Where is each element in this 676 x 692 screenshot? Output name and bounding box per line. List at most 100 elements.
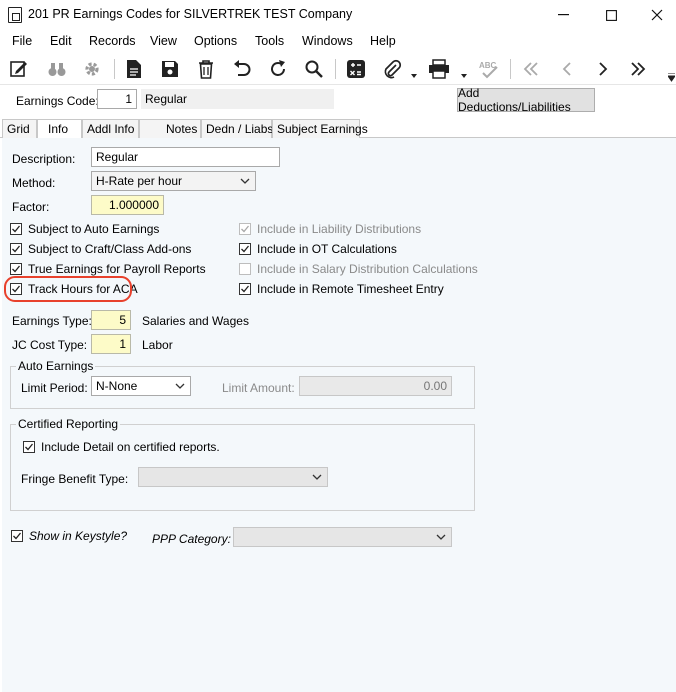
menu-edit[interactable]: Edit: [50, 34, 72, 48]
description-input[interactable]: Regular: [91, 147, 280, 167]
calculator-icon[interactable]: [342, 55, 370, 83]
method-label: Method:: [12, 176, 56, 190]
factor-label: Factor:: [12, 200, 50, 214]
limit-amount-input: 0.00: [299, 376, 452, 396]
spellcheck-icon[interactable]: ABC: [475, 55, 503, 83]
menu-help[interactable]: Help: [370, 34, 396, 48]
edit-icon[interactable]: [5, 55, 33, 83]
add-deductions-liabilities-button[interactable]: Add Deductions/Liabilities: [457, 86, 595, 114]
ppp-category-select[interactable]: [233, 527, 452, 547]
earnings-type-label: Earnings Type:: [12, 314, 92, 328]
add-deductions-liabilities-label: Add Deductions/Liabilities: [458, 86, 571, 114]
menu-file[interactable]: File: [12, 34, 32, 48]
binoculars-icon[interactable]: [43, 55, 71, 83]
minimize-button[interactable]: [540, 0, 586, 30]
toolbar-overflow-icon[interactable]: [667, 71, 676, 85]
salary-distribution-label: Include in Salary Distribution Calculati…: [257, 262, 478, 276]
last-record-icon[interactable]: [624, 55, 652, 83]
earnings-type-input[interactable]: 5: [91, 310, 131, 330]
limit-amount-label: Limit Amount:: [222, 381, 295, 395]
title-bar: 201 PR Earnings Codes for SILVERTREK TES…: [0, 0, 676, 30]
attach-dropdown-icon[interactable]: [411, 67, 417, 81]
factor-input[interactable]: 1.000000: [91, 195, 164, 215]
earnings-code-name: Regular: [141, 89, 334, 109]
include-detail-label: Include Detail on certified reports.: [41, 440, 220, 454]
maximize-button[interactable]: [588, 0, 634, 30]
first-record-icon[interactable]: [517, 55, 545, 83]
method-select[interactable]: H-Rate per hour: [91, 171, 256, 191]
auto-earnings-title: Auto Earnings: [16, 359, 96, 373]
chevron-down-icon: [175, 383, 185, 389]
earnings-type-description: Salaries and Wages: [142, 314, 249, 328]
limit-period-label: Limit Period:: [21, 381, 88, 395]
menu-tools[interactable]: Tools: [255, 34, 284, 48]
gear-icon[interactable]: [78, 55, 106, 83]
highlight-outline: [4, 276, 132, 302]
menu-windows[interactable]: Windows: [302, 34, 353, 48]
ppp-category-label: PPP Category:: [152, 532, 231, 546]
tab-subject-earnings[interactable]: Subject Earnings: [272, 119, 368, 138]
menu-options[interactable]: Options: [194, 34, 237, 48]
next-record-icon[interactable]: [589, 55, 617, 83]
salary-distribution-checkbox: [239, 263, 251, 275]
earnings-code-input[interactable]: 1: [97, 89, 137, 109]
limit-period-value: N-None: [96, 379, 138, 393]
fringe-benefit-type-select[interactable]: [138, 467, 328, 487]
subject-auto-earnings-label: Subject to Auto Earnings: [28, 222, 160, 236]
tab-strip: Grid Info Addl Info Notes Dedn / Liabs S…: [0, 119, 676, 139]
method-value: H-Rate per hour: [96, 174, 183, 188]
earnings-code-name-text: Regular: [145, 92, 188, 106]
earnings-code-bar: Earnings Code: 1 Regular Add Deductions/…: [0, 85, 676, 122]
app-icon: [8, 7, 22, 23]
toolbar: ABC: [0, 52, 676, 85]
limit-period-select[interactable]: N-None: [91, 376, 191, 396]
paperclip-icon[interactable]: [378, 55, 406, 83]
chevron-down-icon: [312, 474, 322, 480]
save-icon[interactable]: [156, 55, 184, 83]
svg-text:ABC: ABC: [479, 61, 497, 70]
liability-distributions-checkbox: [239, 223, 251, 235]
jc-cost-type-label: JC Cost Type:: [12, 338, 88, 352]
subject-craft-class-checkbox[interactable]: [10, 243, 22, 255]
toolbar-separator: [510, 59, 511, 79]
tab-dedn-liabs[interactable]: Dedn / Liabs: [201, 119, 273, 138]
toolbar-separator: [335, 59, 336, 79]
menu-view[interactable]: View: [150, 34, 177, 48]
search-icon[interactable]: [300, 55, 328, 83]
tab-addl-info[interactable]: Addl Info: [82, 119, 139, 138]
document-icon[interactable]: [120, 55, 148, 83]
fringe-benefit-type-label: Fringe Benefit Type:: [21, 472, 129, 486]
tab-info[interactable]: Info: [37, 119, 82, 139]
true-earnings-label: True Earnings for Payroll Reports: [28, 262, 206, 276]
show-in-keystyle-label: Show in Keystyle?: [29, 529, 128, 543]
include-detail-checkbox[interactable]: [23, 441, 35, 453]
chevron-down-icon: [240, 178, 250, 184]
previous-record-icon[interactable]: [553, 55, 581, 83]
description-label: Description:: [12, 152, 76, 166]
earnings-code-label: Earnings Code:: [16, 94, 99, 108]
tab-notes[interactable]: Notes: [139, 119, 201, 138]
ot-calculations-checkbox[interactable]: [239, 243, 251, 255]
ot-calculations-label: Include in OT Calculations: [257, 242, 397, 256]
true-earnings-checkbox[interactable]: [10, 263, 22, 275]
certified-reporting-title: Certified Reporting: [16, 417, 121, 431]
chevron-down-icon: [436, 534, 446, 540]
remote-timesheet-checkbox[interactable]: [239, 283, 251, 295]
subject-auto-earnings-checkbox[interactable]: [10, 223, 22, 235]
info-panel: Description: Regular Method: H-Rate per …: [2, 138, 676, 692]
jc-cost-type-description: Labor: [142, 338, 173, 352]
menu-records[interactable]: Records: [89, 34, 136, 48]
delete-icon[interactable]: [192, 55, 220, 83]
tab-grid[interactable]: Grid: [2, 119, 37, 138]
undo-icon[interactable]: [228, 55, 256, 83]
close-button[interactable]: [634, 0, 676, 30]
toolbar-separator: [114, 59, 115, 79]
print-icon[interactable]: [425, 55, 453, 83]
remote-timesheet-label: Include in Remote Timesheet Entry: [257, 282, 444, 296]
refresh-icon[interactable]: [264, 55, 292, 83]
menu-bar: File Edit Records View Options Tools Win…: [0, 31, 676, 51]
jc-cost-type-input[interactable]: 1: [91, 334, 131, 354]
print-dropdown-icon[interactable]: [461, 67, 467, 81]
show-in-keystyle-checkbox[interactable]: [11, 530, 23, 542]
subject-craft-class-label: Subject to Craft/Class Add-ons: [28, 242, 192, 256]
